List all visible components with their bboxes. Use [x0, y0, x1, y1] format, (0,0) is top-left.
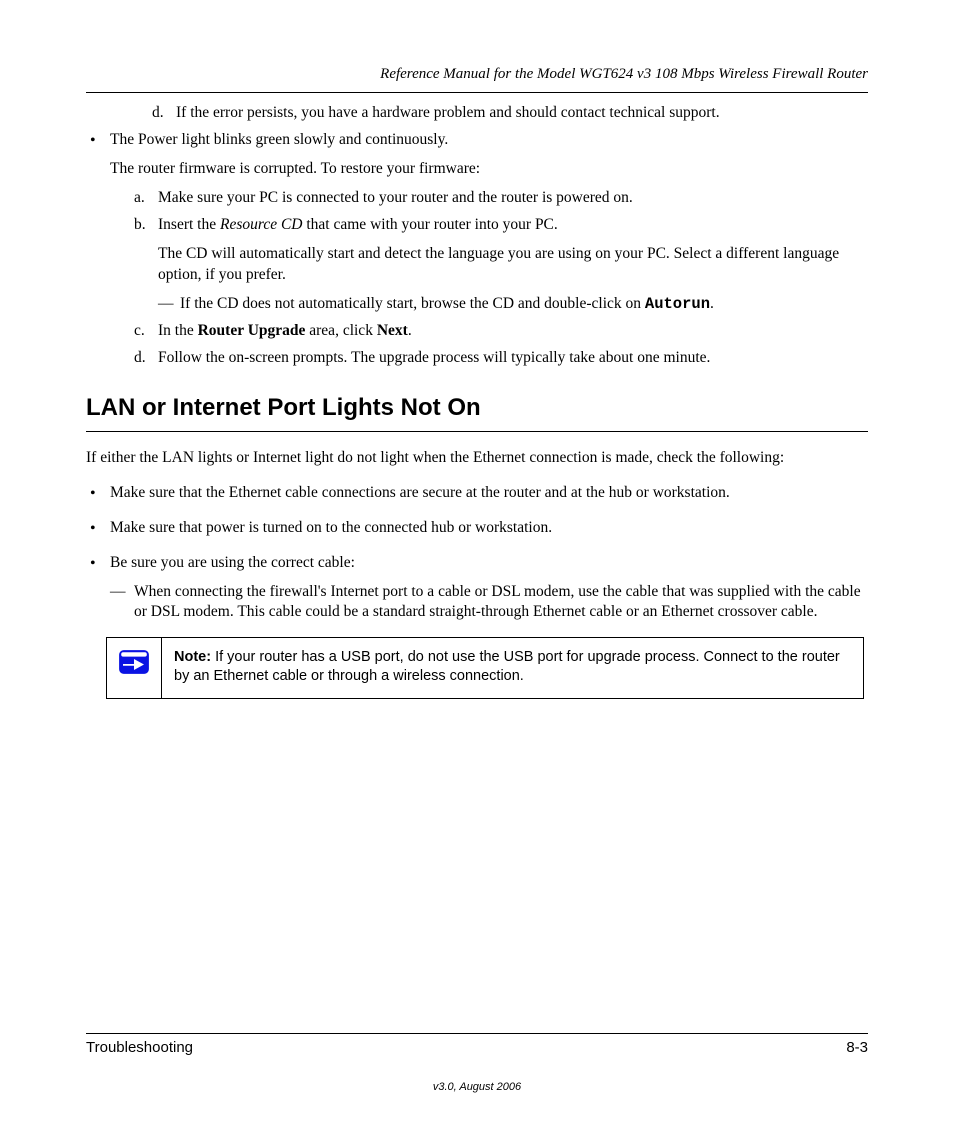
cable-detail: When connecting the firewall's Internet … — [110, 582, 868, 624]
restore-step-b-sub: The CD will automatically start and dete… — [110, 244, 868, 286]
step-d-error-persists: d. If the error persists, you have a har… — [128, 103, 868, 124]
intro-paragraph: If either the LAN lights or Internet lig… — [86, 448, 868, 469]
check-power-on: Make sure that power is turned on to the… — [86, 518, 868, 539]
header-doc-title: Reference Manual for the Model WGT624 v3… — [86, 64, 868, 84]
check-cable-secure: Make sure that the Ethernet cable connec… — [86, 483, 868, 504]
heading-rule — [86, 431, 868, 432]
restore-step-b: b. Insert the Resource CD that came with… — [110, 215, 868, 236]
note-text: Note: If your router has a USB port, do … — [162, 638, 864, 699]
header-rule — [86, 92, 868, 93]
note-icon-cell — [107, 638, 162, 699]
note-box: Note: If your router has a USB port, do … — [106, 637, 864, 699]
restore-step-a: a. Make sure your PC is connected to you… — [110, 188, 868, 209]
footer-page-number: 8-3 — [846, 1038, 868, 1058]
restore-step-d: d. Follow the on-screen prompts. The upg… — [110, 348, 868, 369]
footer-section-name: Troubleshooting — [86, 1038, 193, 1058]
footer-rule — [86, 1033, 868, 1034]
restore-step-b-note: If the CD does not automatically start, … — [110, 294, 868, 315]
check-correct-cable: Be sure you are using the correct cable:… — [86, 553, 868, 624]
restore-step-c: c. In the Router Upgrade area, click Nex… — [110, 321, 868, 342]
arrow-right-icon — [119, 650, 149, 674]
heading-lan-internet: LAN or Internet Port Lights Not On — [86, 392, 868, 424]
bullet-power-light-blinks: The Power light blinks green slowly and … — [86, 130, 868, 368]
footer-version: v3.0, August 2006 — [86, 1080, 868, 1095]
